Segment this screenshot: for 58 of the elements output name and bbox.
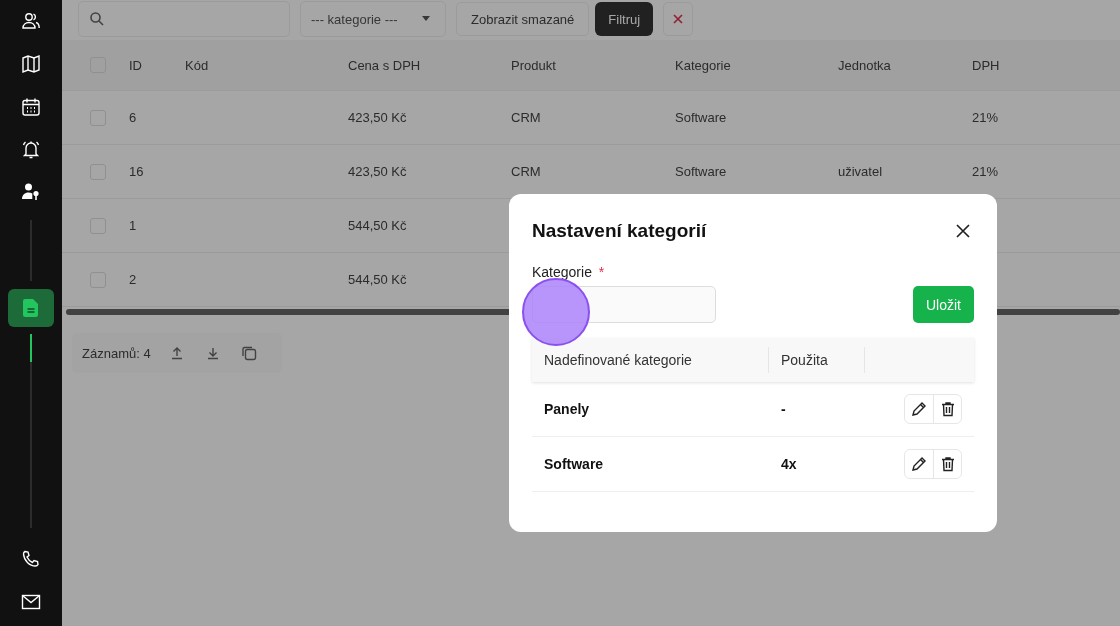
user-key-icon (21, 182, 41, 203)
category-select[interactable]: --- kategorie --- (300, 1, 446, 37)
column-header[interactable]: ID (129, 57, 185, 73)
column-header[interactable]: Cena s DPH (348, 57, 511, 73)
mail-icon (21, 594, 41, 611)
table-cell-text: Software (675, 110, 728, 125)
show-deleted-button[interactable]: Zobrazit smazané (456, 2, 590, 36)
column-header: Nadefinované kategorie (532, 347, 769, 373)
column-header: Použita (769, 347, 865, 373)
column-header[interactable]: Kategorie (675, 57, 838, 73)
column-header[interactable]: Kód (185, 57, 348, 73)
search-field[interactable] (78, 1, 290, 37)
table-cell-text: 6 (129, 110, 138, 125)
table-cell-text: uživatel (838, 164, 884, 179)
table-cell-text: 2 (129, 272, 138, 287)
sidebar-item[interactable] (8, 288, 54, 327)
required-asterisk: * (598, 264, 605, 280)
category-name: Panely (543, 400, 591, 419)
table-cell-text: 544,50 Kč (348, 272, 408, 287)
copy-icon (240, 345, 257, 361)
pencil-icon (911, 456, 927, 472)
document-icon (22, 297, 40, 318)
column-header[interactable]: Produkt (511, 57, 675, 73)
people-icon (21, 10, 41, 31)
trash-icon (939, 456, 956, 472)
record-count: Záznamů: 4 (82, 345, 151, 361)
column-header[interactable]: Jednotka (838, 57, 972, 73)
select-value: --- kategorie --- (311, 11, 398, 27)
table-cell-text: CRM (511, 164, 542, 179)
dialog-title: Nastavení kategorií (532, 220, 707, 242)
trash-icon (939, 401, 956, 417)
pencil-icon (911, 401, 927, 417)
table-cell-text: 544,50 Kč (348, 218, 408, 233)
table-cell-text: 16 (129, 164, 145, 179)
filter-button[interactable]: Filtruj (595, 2, 654, 36)
table-cell-text: 21% (972, 110, 1000, 125)
calendar-icon (21, 96, 41, 117)
caret-icon (421, 15, 431, 23)
close-icon (956, 224, 970, 238)
bell-icon (21, 139, 41, 160)
category-name: Software (543, 455, 605, 474)
search-icon (89, 11, 105, 27)
usage-count: 4x (780, 455, 798, 474)
phone-icon (21, 549, 41, 570)
close-icon (673, 14, 684, 24)
save-button[interactable]: Uložit (913, 286, 974, 323)
usage-count: - (780, 400, 787, 419)
table-cell-text: 21% (972, 164, 1000, 179)
table-cell-text: 1 (129, 218, 138, 233)
table-cell-text: 423,50 Kč (348, 164, 408, 179)
upload-icon (169, 346, 184, 360)
field-label: Kategorie (532, 264, 592, 280)
map-icon (21, 53, 41, 74)
table-cell-text: CRM (511, 110, 542, 125)
download-icon (205, 346, 220, 360)
table-cell-text: 423,50 Kč (348, 110, 408, 125)
column-header[interactable]: DPH (972, 57, 1120, 73)
table-cell-text: Software (675, 164, 728, 179)
